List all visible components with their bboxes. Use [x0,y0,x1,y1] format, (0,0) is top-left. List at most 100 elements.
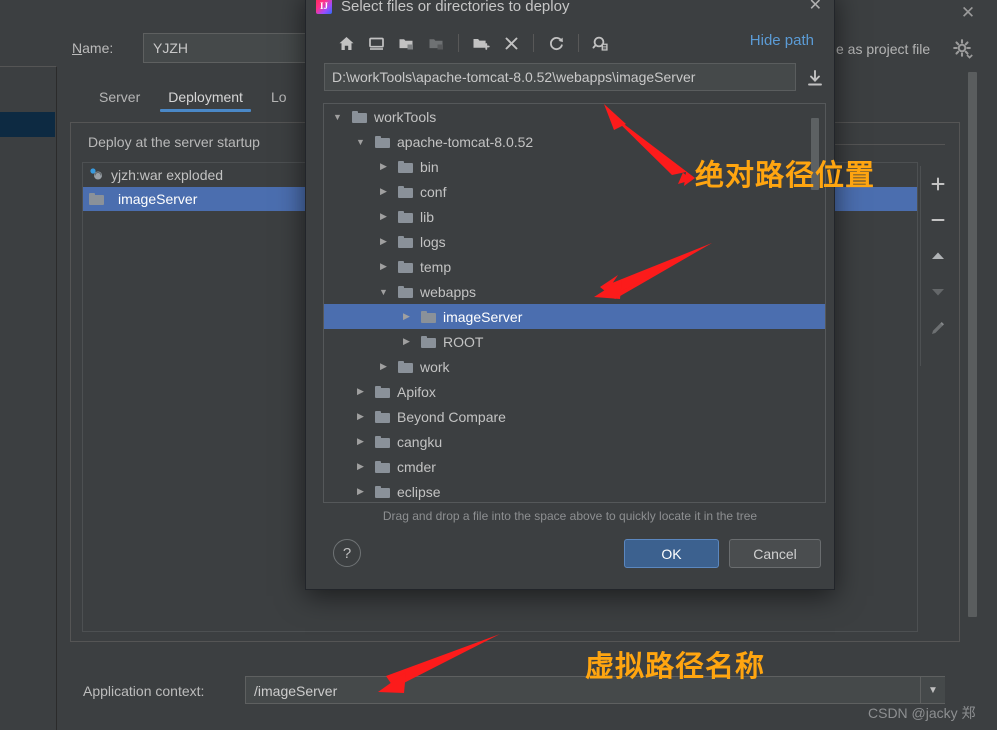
delete-icon[interactable] [496,29,526,57]
tree-node[interactable]: ▶ cmder [324,454,825,479]
chevron-right-icon[interactable]: ▶ [353,411,368,422]
intellij-logo-icon: IJ [316,0,332,14]
chevron-down-icon[interactable]: ▼ [353,137,368,147]
expand-all-icon[interactable] [391,29,421,57]
chevron-right-icon[interactable]: ▶ [376,211,391,222]
tree-node-label: ROOT [443,333,484,350]
add-button[interactable] [921,166,954,202]
new-folder-icon[interactable] [466,29,496,57]
tree-node-label: workTools [374,108,437,125]
tree-node[interactable]: ▶ eclipse [324,479,825,502]
show-hidden-icon[interactable] [586,29,616,57]
help-button[interactable]: ? [333,539,361,567]
tree-node-label: bin [420,158,439,175]
tree-node[interactable]: ▶ imageServer [324,304,825,329]
tree-node-label: imageServer [443,308,523,325]
configuration-list-panel[interactable] [0,66,57,730]
folder-icon [398,185,413,198]
chevron-right-icon[interactable]: ▶ [376,361,391,372]
hide-path-link[interactable]: Hide path [750,32,814,49]
list-item-label: yjzh:war exploded [111,167,224,183]
gear-icon[interactable] [952,38,974,60]
artifact-icon [89,167,104,184]
name-mnemonic: N [72,40,83,56]
toolbar-separator [533,34,534,52]
deploy-group-legend: Deploy at the server startup [82,134,266,150]
tree-node-label: webapps [420,283,477,300]
tree-node[interactable]: ▶ Apifox [324,379,825,404]
tree-node-label: conf [420,183,447,200]
tree-node[interactable]: ▼ webapps [324,279,825,304]
list-item-label: imageServer [118,191,198,207]
tree-node[interactable]: ▼ apache-tomcat-8.0.52 [324,129,825,154]
close-icon[interactable]: ✕ [955,0,981,26]
folder-icon [398,360,413,373]
chevron-right-icon[interactable]: ▶ [353,436,368,447]
tab-deployment[interactable]: Deployment [154,80,257,114]
folder-icon [375,485,390,498]
move-down-button [921,274,954,310]
application-context-label: Application context: [83,683,205,699]
remove-button[interactable] [921,202,954,238]
chevron-down-icon[interactable]: ▼ [330,112,345,122]
ok-button[interactable]: OK [624,539,719,568]
refresh-icon[interactable] [541,29,571,57]
annotation-virtual-path: 虚拟路径名称 [585,651,766,683]
folder-icon [375,435,390,448]
tab-server[interactable]: Server [85,80,154,114]
watermark: CSDN @jacky 郑 [868,705,976,721]
chevron-right-icon[interactable]: ▶ [399,311,414,322]
chevron-right-icon[interactable]: ▶ [376,161,391,172]
tree-node[interactable]: ▶ ROOT [324,329,825,354]
chevron-right-icon[interactable]: ▶ [353,461,368,472]
chevron-down-icon[interactable]: ▼ [376,287,391,297]
tree-node-label: cangku [397,433,443,450]
tree-node[interactable]: ▶ lib [324,204,825,229]
cancel-button[interactable]: Cancel [729,539,821,568]
tree-node-label: work [420,358,450,375]
folder-icon [89,193,104,205]
folder-icon [352,110,367,123]
tab-logs[interactable]: Lo [257,80,301,114]
drag-drop-hint: Drag and drop a file into the space abov… [382,509,758,523]
home-icon[interactable] [331,29,361,57]
move-up-button[interactable] [921,238,954,274]
chevron-right-icon[interactable]: ▶ [376,261,391,272]
main-scrollbar-thumb[interactable] [968,72,977,617]
tree-node-label: logs [420,233,446,250]
list-toolbar[interactable] [920,166,954,366]
tree-node[interactable]: ▶ Beyond Compare [324,404,825,429]
name-label-rest: ame: [82,40,114,56]
tab-bar[interactable]: Server Deployment Lo [85,80,301,114]
download-icon[interactable] [804,67,826,89]
desktop-icon[interactable] [361,29,391,57]
tree-node[interactable]: ▼ workTools [324,104,825,129]
tree-node[interactable]: ▶ temp [324,254,825,279]
toolbar-separator [458,34,459,52]
tree-node-label: cmder [397,458,436,475]
chevron-right-icon[interactable]: ▶ [353,386,368,397]
folder-icon [398,235,413,248]
arrow-to-imageserver-node [594,243,712,299]
tree-node-label: Apifox [397,383,436,400]
path-input[interactable]: D:\workTools\apache-tomcat-8.0.52\webapp… [324,63,796,91]
folder-icon [375,410,390,423]
chevron-right-icon[interactable]: ▶ [353,486,368,497]
tree-node[interactable]: ▶ cangku [324,429,825,454]
folder-icon [375,460,390,473]
tree-node[interactable]: ▶ logs [324,229,825,254]
chevron-right-icon[interactable]: ▶ [376,186,391,197]
folder-icon [398,285,413,298]
chevron-right-icon[interactable]: ▶ [376,236,391,247]
tree-node-label: Beyond Compare [397,408,506,425]
dialog-title: Select files or directories to deploy [341,0,570,15]
tree-node-label: lib [420,208,435,225]
folder-icon [421,310,436,323]
folder-icon [398,260,413,273]
chevron-down-icon[interactable]: ▼ [920,677,945,703]
tree-node[interactable]: ▶ work [324,354,825,379]
configuration-list-selected-item[interactable] [0,112,55,137]
close-icon[interactable]: ✕ [809,0,822,14]
arrow-to-path-field [604,104,695,186]
chevron-right-icon[interactable]: ▶ [399,336,414,347]
